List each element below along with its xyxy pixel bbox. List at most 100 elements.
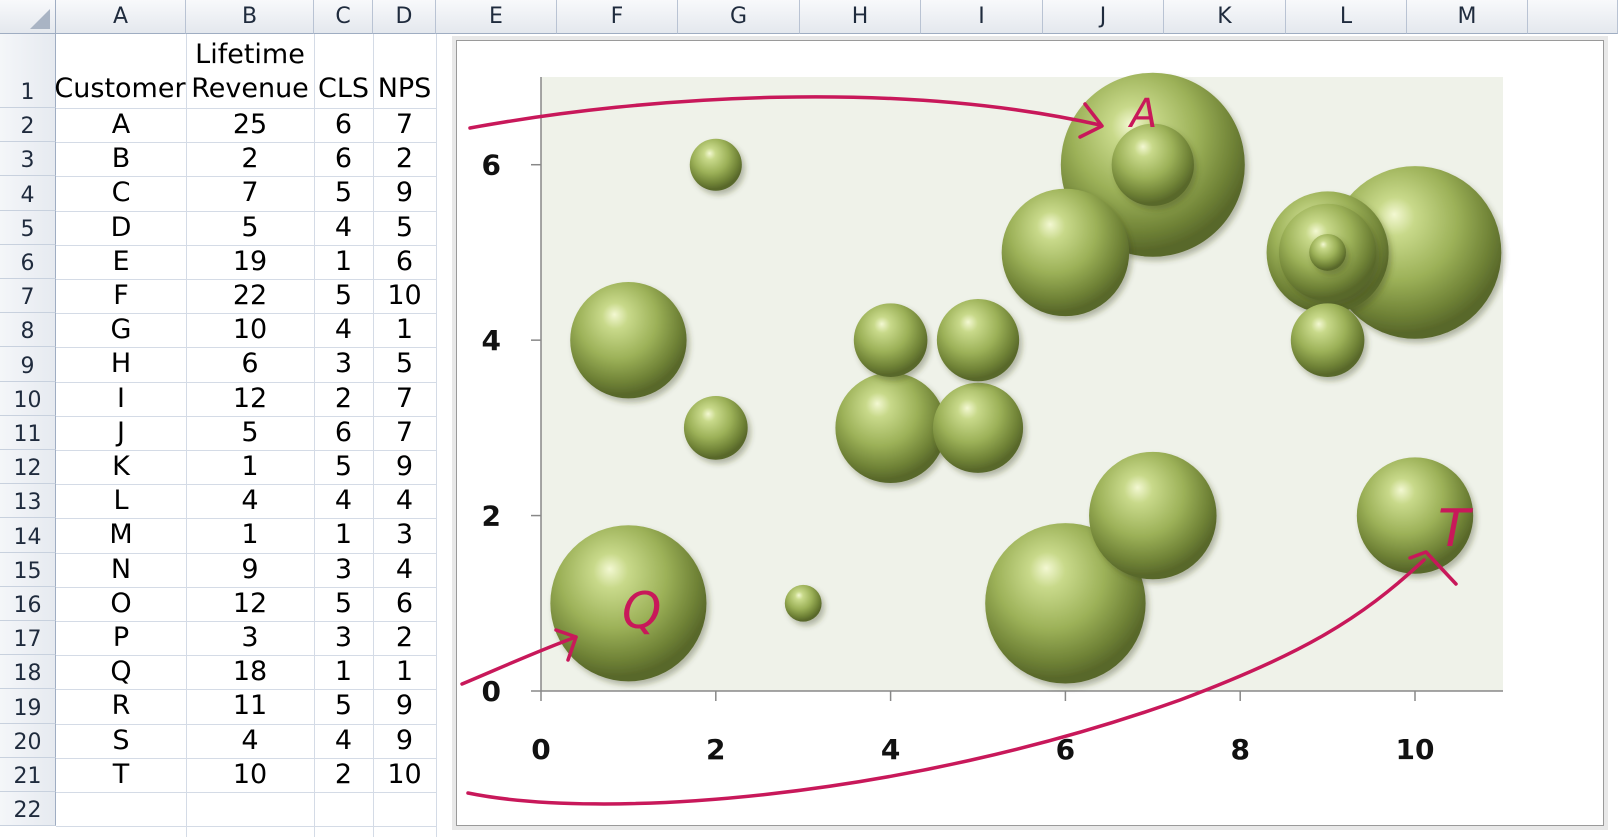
cell-revenue[interactable]: 1 bbox=[186, 450, 314, 483]
cell-revenue[interactable]: 12 bbox=[186, 382, 314, 415]
cell-customer[interactable]: I bbox=[56, 382, 186, 415]
cell-nps[interactable]: 9 bbox=[373, 724, 436, 757]
row-header-4[interactable]: 4 bbox=[0, 176, 56, 211]
cell-nps[interactable]: 3 bbox=[373, 518, 436, 551]
cell-nps[interactable]: 7 bbox=[373, 382, 436, 415]
cell-revenue[interactable]: 4 bbox=[186, 724, 314, 757]
cell-cls[interactable]: 5 bbox=[314, 450, 373, 483]
column-header-e[interactable]: E bbox=[436, 0, 557, 34]
bubble-b[interactable] bbox=[689, 138, 742, 191]
cell-revenue[interactable]: 22 bbox=[186, 279, 314, 312]
cell-nps[interactable]: 7 bbox=[373, 108, 436, 141]
cell-customer[interactable]: E bbox=[56, 245, 186, 278]
cell-revenue[interactable]: 11 bbox=[186, 689, 314, 722]
header-customer[interactable]: Customer bbox=[54, 34, 185, 108]
cell-customer[interactable]: J bbox=[56, 416, 186, 449]
cell-revenue[interactable]: 5 bbox=[186, 211, 314, 244]
column-header-i[interactable]: I bbox=[921, 0, 1043, 34]
cell-customer[interactable]: H bbox=[56, 347, 186, 380]
column-header-d[interactable]: D bbox=[373, 0, 436, 34]
select-all-corner[interactable] bbox=[0, 0, 56, 34]
cell-cls[interactable]: 1 bbox=[314, 655, 373, 688]
cell-customer[interactable]: O bbox=[56, 587, 186, 620]
cell-nps[interactable]: 1 bbox=[373, 655, 436, 688]
cell-nps[interactable]: 4 bbox=[373, 553, 436, 586]
cell-revenue[interactable]: 18 bbox=[186, 655, 314, 688]
cell-cls[interactable]: 3 bbox=[314, 347, 373, 380]
cell-revenue[interactable]: 5 bbox=[186, 416, 314, 449]
cell-customer[interactable]: L bbox=[56, 484, 186, 517]
cell-cls[interactable]: 2 bbox=[314, 758, 373, 791]
cell-customer[interactable]: K bbox=[56, 450, 186, 483]
cell-cls[interactable]: 2 bbox=[314, 382, 373, 415]
header-nps[interactable]: NPS bbox=[373, 34, 436, 108]
column-header-j[interactable]: J bbox=[1043, 0, 1164, 34]
cell-cls[interactable]: 6 bbox=[314, 142, 373, 175]
bubble-p[interactable] bbox=[683, 395, 748, 460]
cell-cls[interactable]: 1 bbox=[314, 518, 373, 551]
cell-nps[interactable]: 7 bbox=[373, 416, 436, 449]
row-header-6[interactable]: 6 bbox=[0, 244, 56, 279]
cell-nps[interactable]: 2 bbox=[373, 621, 436, 654]
bubble-m[interactable] bbox=[784, 584, 822, 622]
cell-cls[interactable]: 4 bbox=[314, 211, 373, 244]
cell-cls[interactable]: 6 bbox=[314, 108, 373, 141]
bubble-q[interactable] bbox=[550, 525, 707, 682]
row-header-9[interactable]: 9 bbox=[0, 347, 56, 382]
cell-nps[interactable]: 9 bbox=[373, 689, 436, 722]
cell-customer[interactable]: G bbox=[56, 313, 186, 346]
cell-revenue[interactable]: 2 bbox=[186, 142, 314, 175]
row-header-21[interactable]: 21 bbox=[0, 757, 56, 792]
cell-nps[interactable]: 1 bbox=[373, 313, 436, 346]
row-header-3[interactable]: 3 bbox=[0, 142, 56, 177]
bubble-t[interactable] bbox=[1356, 457, 1474, 574]
bubble-g[interactable] bbox=[570, 281, 687, 399]
cell-cls[interactable]: 5 bbox=[314, 689, 373, 722]
cell-customer[interactable]: T bbox=[56, 758, 186, 791]
cell-revenue[interactable]: 19 bbox=[186, 245, 314, 278]
cell-nps[interactable]: 10 bbox=[373, 279, 436, 312]
column-header-overflow[interactable] bbox=[1528, 0, 1618, 34]
cell-nps[interactable]: 9 bbox=[373, 450, 436, 483]
column-header-a[interactable]: A bbox=[56, 0, 186, 34]
cell-customer[interactable]: N bbox=[56, 553, 186, 586]
cell-cls[interactable]: 5 bbox=[314, 176, 373, 209]
bubble-l[interactable] bbox=[853, 303, 928, 377]
cell-revenue[interactable]: 7 bbox=[186, 176, 314, 209]
cell-customer[interactable]: S bbox=[56, 724, 186, 757]
row-header-10[interactable]: 10 bbox=[0, 381, 56, 416]
header-lifetime-revenue[interactable]: Lifetime Revenue bbox=[186, 34, 314, 108]
cell-customer[interactable]: A bbox=[56, 108, 186, 141]
row-header-12[interactable]: 12 bbox=[0, 450, 56, 485]
row-header-22[interactable]: 22 bbox=[0, 792, 56, 827]
cell-cls[interactable]: 4 bbox=[314, 484, 373, 517]
cell-revenue[interactable]: 25 bbox=[186, 108, 314, 141]
cell-nps[interactable]: 10 bbox=[373, 758, 436, 791]
bubble-k[interactable] bbox=[1309, 234, 1346, 271]
column-header-h[interactable]: H bbox=[800, 0, 921, 34]
column-header-k[interactable]: K bbox=[1164, 0, 1286, 34]
cell-nps[interactable]: 4 bbox=[373, 484, 436, 517]
column-header-b[interactable]: B bbox=[186, 0, 314, 34]
cell-nps[interactable]: 6 bbox=[373, 245, 436, 278]
row-header-15[interactable]: 15 bbox=[0, 552, 56, 587]
cell-cls[interactable]: 5 bbox=[314, 587, 373, 620]
cell-nps[interactable]: 9 bbox=[373, 176, 436, 209]
row-header-18[interactable]: 18 bbox=[0, 655, 56, 690]
row-header-13[interactable]: 13 bbox=[0, 484, 56, 519]
column-header-f[interactable]: F bbox=[557, 0, 678, 34]
cell-customer[interactable]: F bbox=[56, 279, 186, 312]
row-header-19[interactable]: 19 bbox=[0, 689, 56, 724]
cell-revenue[interactable]: 1 bbox=[186, 518, 314, 551]
row-header-17[interactable]: 17 bbox=[0, 621, 56, 656]
cell-nps[interactable]: 5 bbox=[373, 211, 436, 244]
cell-nps[interactable]: 6 bbox=[373, 587, 436, 620]
column-header-g[interactable]: G bbox=[678, 0, 800, 34]
row-header-1[interactable]: 1 bbox=[0, 34, 56, 108]
bubble-j[interactable] bbox=[1111, 123, 1194, 206]
column-header-m[interactable]: M bbox=[1407, 0, 1528, 34]
row-header-7[interactable]: 7 bbox=[0, 279, 56, 314]
column-header-c[interactable]: C bbox=[314, 0, 373, 34]
cell-customer[interactable]: P bbox=[56, 621, 186, 654]
cell-cls[interactable]: 5 bbox=[314, 279, 373, 312]
